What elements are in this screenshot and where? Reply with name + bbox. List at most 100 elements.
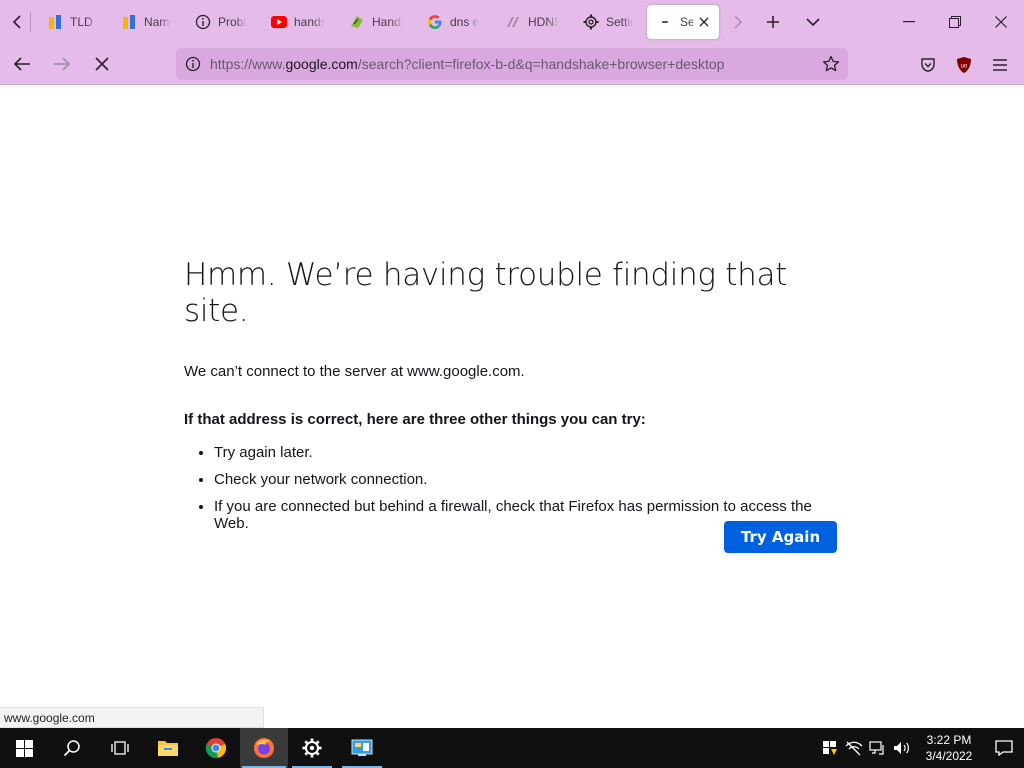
windows-logo-icon	[15, 739, 33, 757]
chrome-button[interactable]	[192, 728, 240, 768]
gear-icon	[302, 738, 322, 758]
plus-icon	[767, 16, 779, 28]
svg-text:uo: uo	[961, 63, 968, 69]
try-again-button[interactable]: Try Again	[724, 521, 837, 553]
arrow-right-icon	[54, 57, 71, 71]
tab-youtube[interactable]: hands	[261, 5, 335, 39]
stop-icon	[95, 57, 109, 71]
task-view-icon	[111, 741, 129, 755]
tab-title: Hands	[372, 15, 403, 29]
chevron-left-icon	[12, 15, 21, 29]
list-all-tabs-button[interactable]	[793, 0, 833, 44]
network-icon[interactable]	[866, 728, 890, 768]
system-tray: 3:22 PM 3/4/2022	[818, 728, 1024, 768]
restore-icon	[949, 16, 961, 28]
windows-security-icon[interactable]	[818, 728, 842, 768]
address-bar[interactable]: https://www.google.com/search?client=fir…	[176, 48, 848, 80]
hns-icon	[47, 14, 63, 30]
error-message: We can’t connect to the server at www.go…	[184, 363, 525, 380]
task-view-button[interactable]	[96, 728, 144, 768]
search-icon	[63, 740, 80, 757]
suggestion-item: Check your network connection.	[214, 471, 844, 488]
notifications-button[interactable]	[984, 728, 1024, 768]
control-panel-icon	[351, 739, 373, 756]
clock-date: 3/4/2022	[925, 749, 973, 763]
tab-active[interactable]: Ser	[647, 5, 719, 39]
ublock-origin-icon: uo	[957, 56, 971, 73]
control-panel-button[interactable]	[338, 728, 386, 768]
close-icon	[995, 16, 1007, 28]
url-text[interactable]: https://www.google.com/search?client=fir…	[210, 56, 724, 72]
hns-icon	[121, 14, 137, 30]
tab-title: Name	[144, 15, 171, 29]
chevron-down-icon	[806, 18, 820, 27]
tab-handshake[interactable]: Hands	[339, 5, 413, 39]
tab-separator	[30, 12, 31, 32]
navigation-toolbar: https://www.google.com/search?client=fir…	[0, 44, 1024, 85]
tab-hdns[interactable]: HDNS	[495, 5, 569, 39]
url-prefix: https://www.	[210, 56, 286, 72]
tab-title: Proble	[218, 15, 247, 29]
settings-button[interactable]	[288, 728, 336, 768]
new-tab-button[interactable]	[753, 0, 793, 44]
arrow-left-icon	[13, 57, 30, 71]
tab-name[interactable]: Name	[111, 5, 181, 39]
file-explorer-button[interactable]	[144, 728, 192, 768]
youtube-icon	[271, 14, 287, 30]
action-center-icon	[995, 740, 1013, 756]
tab-scroll-right-button[interactable]	[723, 0, 753, 44]
forward-button[interactable]	[44, 48, 80, 80]
handshake-icon	[349, 14, 365, 30]
status-bar: www.google.com	[0, 707, 264, 728]
loading-icon	[657, 14, 673, 30]
restore-button[interactable]	[932, 0, 978, 44]
suggestions-heading: If that address is correct, here are thr…	[184, 411, 646, 428]
tab-scroll-left-button[interactable]	[0, 0, 34, 44]
pocket-icon	[921, 57, 935, 72]
windows-taskbar: 3:22 PM 3/4/2022	[0, 728, 1024, 768]
minimize-icon	[903, 21, 915, 23]
hdns-icon	[505, 14, 521, 30]
chevron-right-icon	[734, 15, 743, 29]
tab-title: Ser	[680, 15, 693, 29]
tab-title: dns e	[450, 15, 480, 29]
error-container: Hmm. We’re having trouble finding that s…	[184, 257, 844, 542]
close-tab-icon[interactable]	[699, 17, 709, 27]
ublock-extension-button[interactable]: uo	[946, 44, 982, 85]
google-icon	[427, 14, 443, 30]
clock[interactable]: 3:22 PM 3/4/2022	[914, 732, 984, 764]
tab-title: TLD R	[70, 15, 97, 29]
pocket-button[interactable]	[910, 44, 946, 85]
url-path: /search?client=firefox-b-d&q=handshake+b…	[357, 56, 725, 72]
clock-time: 3:22 PM	[926, 733, 972, 747]
volume-icon[interactable]	[890, 728, 914, 768]
firefox-icon	[254, 738, 274, 758]
tab-strip: TLD R Name Proble hands Hands dns e HD	[0, 0, 1024, 44]
tab-settings[interactable]: Settin	[573, 5, 643, 39]
site-info-icon[interactable]	[178, 56, 208, 72]
start-button[interactable]	[0, 728, 48, 768]
gear-icon	[583, 14, 599, 30]
suggestion-item: Try again later.	[214, 444, 844, 461]
bookmark-star-icon[interactable]	[820, 53, 842, 75]
chrome-icon	[205, 738, 227, 759]
url-host: google.com	[285, 56, 358, 72]
network-disconnected-icon[interactable]	[842, 728, 866, 768]
app-menu-button[interactable]	[982, 44, 1018, 85]
back-button[interactable]	[4, 48, 40, 80]
tab-title: Settin	[606, 15, 633, 29]
close-window-button[interactable]	[978, 0, 1024, 44]
tab-problem[interactable]: Proble	[185, 5, 257, 39]
tab-tld[interactable]: TLD R	[37, 5, 107, 39]
firefox-button[interactable]	[240, 728, 288, 768]
page-content: Hmm. We’re having trouble finding that s…	[0, 85, 1024, 728]
tab-title: hands	[294, 15, 325, 29]
search-button[interactable]	[48, 728, 96, 768]
tab-title: HDNS	[528, 15, 559, 29]
info-icon	[195, 14, 211, 30]
tab-google[interactable]: dns e	[417, 5, 491, 39]
folder-icon	[158, 741, 178, 756]
suggestions-list: Try again later. Check your network conn…	[214, 444, 844, 532]
stop-button[interactable]	[84, 48, 120, 80]
minimize-button[interactable]	[886, 0, 932, 44]
